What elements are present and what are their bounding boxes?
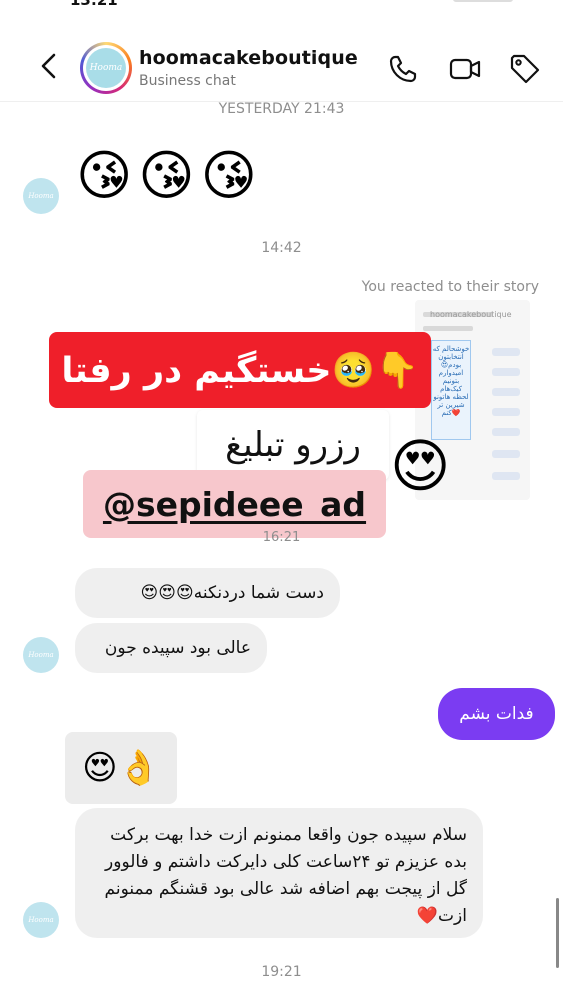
chat-type-label: Business chat bbox=[139, 73, 236, 89]
story-preview-text: خوشحالم که انتخابتون بودم😍 امیدوارم بتون… bbox=[431, 340, 471, 440]
timestamp: 19:21 bbox=[261, 964, 302, 980]
story-reaction-emoji: 😍 bbox=[390, 432, 451, 500]
chat-header: Hooma hoomacakeboutique Business chat bbox=[0, 34, 563, 102]
avatar-logo: Hooma bbox=[86, 48, 126, 88]
sent-message[interactable]: فدات بشم bbox=[438, 688, 555, 740]
timestamp: 14:42 bbox=[261, 240, 302, 256]
story-mention[interactable]: @sepideee_ad bbox=[83, 470, 386, 538]
timestamp: 16:21 bbox=[262, 530, 301, 545]
status-icons bbox=[453, 0, 513, 2]
status-time: 13:21 bbox=[70, 0, 118, 9]
status-bar: 13:21 bbox=[0, 0, 563, 9]
emoji-message[interactable]: 😍👌 bbox=[65, 732, 177, 804]
sender-avatar: Hooma bbox=[23, 178, 59, 214]
received-message[interactable]: دست شما دردنکنه😍😍😍 bbox=[75, 568, 340, 618]
received-long-message[interactable]: سلام سپیده جون واقعا ممنونم ازت خدا بهت … bbox=[75, 808, 483, 938]
mention-handle: @sepideee_ad bbox=[102, 484, 367, 524]
account-name[interactable]: hoomacakeboutique bbox=[139, 47, 358, 69]
sender-avatar: Hooma bbox=[23, 637, 59, 673]
sender-avatar: Hooma bbox=[23, 902, 59, 938]
scrollbar[interactable] bbox=[556, 898, 559, 968]
story-red-banner: خستگیم در رفتا🥹👇 bbox=[49, 332, 431, 408]
phone-icon[interactable] bbox=[386, 52, 420, 86]
received-message[interactable]: عالی بود سپیده جون bbox=[75, 623, 267, 673]
video-icon[interactable] bbox=[448, 52, 482, 86]
tag-icon[interactable] bbox=[508, 52, 542, 86]
story-preview-account: hoomacakeboutique bbox=[430, 310, 512, 319]
story-reaction-note: You reacted to their story bbox=[361, 279, 539, 295]
avatar[interactable]: Hooma bbox=[80, 42, 132, 94]
kiss-emoji-message[interactable]: 😘😘😘 bbox=[76, 149, 263, 203]
timestamp: YESTERDAY 21:43 bbox=[218, 101, 345, 117]
chevron-left-icon[interactable] bbox=[36, 52, 64, 80]
